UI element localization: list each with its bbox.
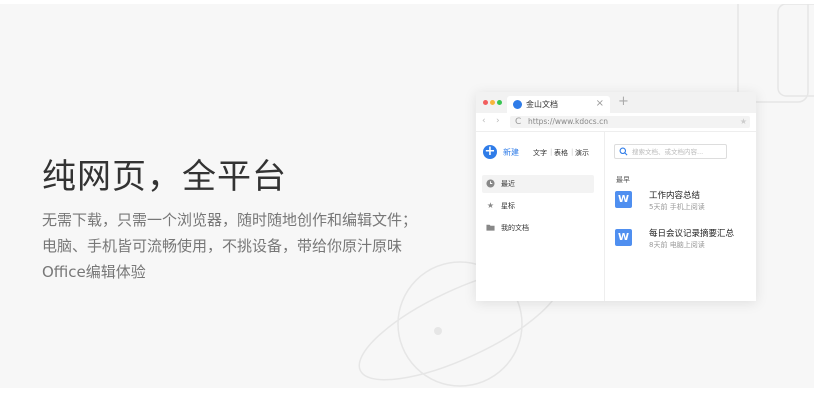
bookmark-star-icon[interactable]: ★ — [740, 117, 747, 126]
word-doc-icon: W — [615, 191, 632, 208]
url-field[interactable]: C https://www.kdocs.cn ★ — [510, 116, 750, 128]
sidebar-item-label: 我的文档 — [501, 224, 529, 232]
hero-section: 纯网页，全平台 无需下载，只需一个浏览器，随时随地创作和编辑文件； 电脑、手机皆… — [0, 4, 814, 388]
hero-description: 无需下载，只需一个浏览器，随时随地创作和编辑文件； 电脑、手机皆可流畅使用，不挑… — [42, 207, 442, 285]
list-item[interactable]: W 每日会议记录摘要汇总 8天前 电脑上阅读 — [615, 227, 750, 257]
address-bar: ‹ › C https://www.kdocs.cn ★ — [476, 113, 756, 132]
create-sheet-link[interactable]: 表格 — [554, 148, 568, 158]
section-title: 最早 — [616, 176, 630, 184]
doc-time: 8天前 — [649, 241, 668, 249]
sidebar-item-starred[interactable]: ★ 星标 — [482, 197, 594, 215]
browser-titlebar: 金山文档 × + — [476, 92, 756, 113]
tab-close-icon[interactable]: × — [596, 98, 604, 109]
hero-desc-line-2: 电脑、手机皆可流畅使用，不挑设备，带给你原汁原味 — [42, 237, 403, 255]
doc-source: 手机上阅读 — [669, 203, 705, 211]
sidebar-item-label: 最近 — [501, 180, 515, 188]
sidebar-item-label: 星标 — [501, 202, 515, 210]
search-icon — [619, 147, 628, 156]
star-icon: ★ — [486, 201, 495, 210]
browser-mockup: 金山文档 × + ‹ › C https://www.kdocs.cn ★ + … — [476, 92, 756, 301]
phone-outline — [737, 4, 809, 103]
planet-dot — [434, 327, 442, 335]
back-icon[interactable]: ‹ — [482, 116, 486, 126]
search-box[interactable] — [614, 144, 727, 159]
separator: | — [571, 148, 574, 156]
doc-time: 5天前 — [649, 203, 668, 211]
list-item[interactable]: W 工作内容总结 5天前 手机上阅读 — [615, 189, 750, 219]
sidebar: + 新建 文字 | 表格 | 演示 最近 ★ 星标 我的文档 — [476, 132, 605, 301]
sidebar-item-my-docs[interactable]: 我的文档 — [482, 219, 594, 237]
main-panel: 最早 W 工作内容总结 5天前 手机上阅读 W 每日会议记录摘要汇总 8天前 电… — [605, 132, 756, 301]
hero-desc-line-3: Office编辑体验 — [42, 263, 146, 281]
close-window-dot[interactable] — [483, 100, 488, 105]
doc-meta: 8天前 电脑上阅读 — [649, 240, 705, 250]
reload-icon[interactable]: C — [515, 117, 521, 127]
hero-title: 纯网页，全平台 — [42, 157, 287, 197]
new-plus-icon[interactable]: + — [483, 145, 497, 159]
sidebar-item-recent[interactable]: 最近 — [482, 175, 594, 193]
new-button[interactable]: 新建 — [503, 147, 519, 158]
hero-desc-line-1: 无需下载，只需一个浏览器，随时随地创作和编辑文件； — [42, 211, 418, 229]
minimize-window-dot[interactable] — [490, 100, 495, 105]
separator: | — [550, 148, 553, 156]
clock-icon — [486, 179, 495, 188]
doc-meta: 5天前 手机上阅读 — [649, 202, 705, 212]
forward-icon[interactable]: › — [496, 116, 500, 126]
browser-tab[interactable]: 金山文档 × — [507, 96, 610, 113]
folder-icon — [486, 224, 495, 231]
word-doc-icon: W — [615, 229, 632, 246]
doc-source: 电脑上阅读 — [669, 241, 705, 249]
kdocs-logo-icon — [513, 100, 522, 109]
tab-title: 金山文档 — [526, 100, 558, 109]
create-doc-link[interactable]: 文字 — [533, 148, 547, 158]
new-tab-icon[interactable]: + — [618, 94, 629, 110]
doc-title: 工作内容总结 — [649, 191, 701, 201]
maximize-window-dot[interactable] — [497, 100, 502, 105]
doc-title: 每日会议记录摘要汇总 — [649, 229, 735, 239]
search-input[interactable] — [632, 146, 722, 157]
url-text: https://www.kdocs.cn — [528, 117, 608, 126]
create-slide-link[interactable]: 演示 — [575, 148, 589, 158]
